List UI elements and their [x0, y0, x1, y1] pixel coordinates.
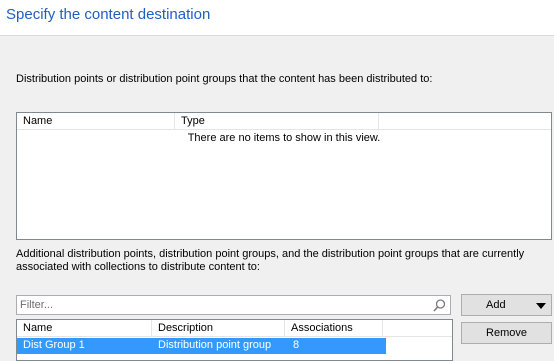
additional-label-line2: associated with collections to distribut…: [16, 261, 260, 273]
row-associations: 8: [293, 339, 300, 351]
search-icon[interactable]: [432, 298, 447, 313]
column-header-type[interactable]: Type: [175, 113, 379, 130]
page-header: Specify the content destination: [0, 0, 554, 36]
empty-message: There are no items to show in this view.: [187, 132, 381, 144]
column-header-description[interactable]: Description: [152, 320, 285, 337]
row-name: Dist Group 1: [23, 339, 85, 351]
add-button[interactable]: Add: [461, 294, 552, 316]
distributed-list[interactable]: Name Type There are no items to show in …: [16, 112, 552, 240]
chevron-down-icon[interactable]: [536, 303, 546, 309]
column-header-name[interactable]: Name: [17, 113, 175, 130]
table-row[interactable]: Dist Group 1 Distribution point group 8: [17, 338, 386, 354]
column-header-filler: [379, 113, 551, 130]
filter-input[interactable]: [20, 298, 420, 312]
column-header-filler: [383, 320, 452, 337]
add-button-label: Add: [486, 299, 506, 311]
additional-label-line1: Additional distribution points, distribu…: [16, 248, 525, 260]
distributed-label: Distribution points or distribution poin…: [16, 73, 433, 85]
remove-button[interactable]: Remove: [461, 322, 552, 344]
page-title: Specify the content destination: [6, 6, 211, 23]
row-description: Distribution point group: [158, 339, 272, 351]
column-header-associations[interactable]: Associations: [285, 320, 383, 337]
column-header-name[interactable]: Name: [17, 320, 152, 337]
filter-field[interactable]: [16, 295, 451, 315]
remove-button-label: Remove: [486, 327, 527, 339]
additional-list[interactable]: Name Description Associations Dist Group…: [16, 319, 453, 361]
